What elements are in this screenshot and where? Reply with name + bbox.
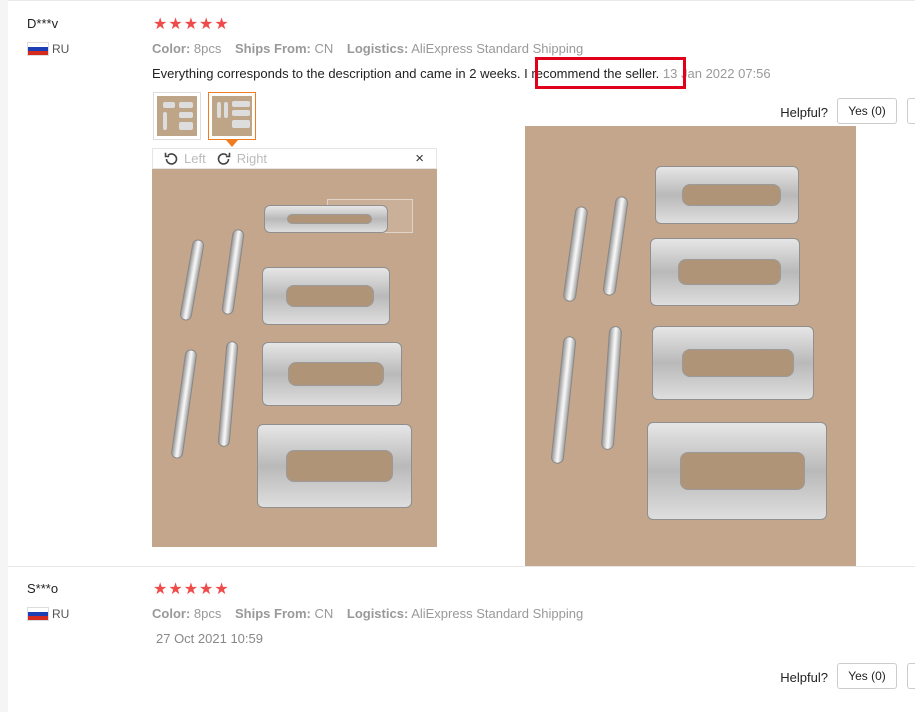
star-icon: ★ <box>168 16 183 33</box>
color-label: Color: <box>152 41 191 56</box>
ships-from-label: Ships From: <box>235 41 311 56</box>
helpful-no-button[interactable] <box>907 98 915 124</box>
divider <box>8 0 915 1</box>
star-rating: ★ ★ ★ ★ ★ <box>153 17 229 33</box>
rotate-right-label: Right <box>236 151 268 166</box>
rotate-left-button[interactable]: Left <box>163 151 206 167</box>
color-label: Color: <box>152 606 191 621</box>
helpful-no-button[interactable] <box>907 663 915 689</box>
logistics-label: Logistics: <box>346 41 409 56</box>
star-icon: ★ <box>153 581 168 598</box>
star-rating: ★ ★ ★ ★ ★ <box>153 582 229 598</box>
review-date: 27 Oct 2021 10:59 <box>156 631 263 646</box>
country-code: RU <box>52 42 70 56</box>
star-icon: ★ <box>214 16 229 33</box>
order-attributes: Color: 8pcs Ships From: CN Logistics: Al… <box>152 606 583 621</box>
reviewer-name: S***o <box>27 581 59 596</box>
russia-flag-icon <box>27 607 49 621</box>
ships-from-label: Ships From: <box>235 606 311 621</box>
review-photo-preview[interactable] <box>152 169 437 547</box>
review-photo-thumbnail[interactable] <box>153 92 201 140</box>
color-value: 8pcs <box>193 41 222 56</box>
helpful-yes-button[interactable]: Yes (0) <box>837 98 897 124</box>
thumbnail-pointer <box>226 140 238 147</box>
ships-from-value: CN <box>314 41 334 56</box>
rotate-left-icon <box>164 152 178 165</box>
rotate-right-icon <box>217 152 230 165</box>
star-icon: ★ <box>199 16 214 33</box>
star-icon: ★ <box>168 581 183 598</box>
logistics-label: Logistics: <box>346 606 409 621</box>
order-attributes: Color: 8pcs Ships From: CN Logistics: Al… <box>152 41 583 56</box>
photo-rotate-toolbar: Left Right × <box>152 148 437 169</box>
left-margin <box>0 0 8 712</box>
review-photo-thumbnail-selected[interactable] <box>208 92 256 140</box>
reviewer-country: RU <box>27 42 69 56</box>
color-value: 8pcs <box>193 606 222 621</box>
helpful-yes-button[interactable]: Yes (0) <box>837 663 897 689</box>
ships-from-value: CN <box>314 606 334 621</box>
review-photo-large <box>525 126 856 566</box>
rotate-right-button[interactable]: Right <box>216 151 267 167</box>
close-icon[interactable]: × <box>415 150 424 167</box>
star-icon: ★ <box>153 16 168 33</box>
logistics-value: AliExpress Standard Shipping <box>411 606 584 621</box>
divider <box>8 566 915 567</box>
reviewer-name: D***v <box>27 16 59 31</box>
logistics-value: AliExpress Standard Shipping <box>411 41 584 56</box>
star-icon: ★ <box>199 581 214 598</box>
annotation-highlight-box <box>535 57 686 89</box>
star-icon: ★ <box>183 16 199 33</box>
helpful-label: Helpful? <box>780 670 828 685</box>
reviewer-country: RU <box>27 607 69 621</box>
rotate-left-label: Left <box>184 151 206 166</box>
russia-flag-icon <box>27 42 49 56</box>
star-icon: ★ <box>214 581 229 598</box>
helpful-label: Helpful? <box>780 105 828 120</box>
review-text-body: Everything corresponds to the descriptio… <box>152 66 521 81</box>
country-code: RU <box>52 607 70 621</box>
star-icon: ★ <box>183 581 199 598</box>
